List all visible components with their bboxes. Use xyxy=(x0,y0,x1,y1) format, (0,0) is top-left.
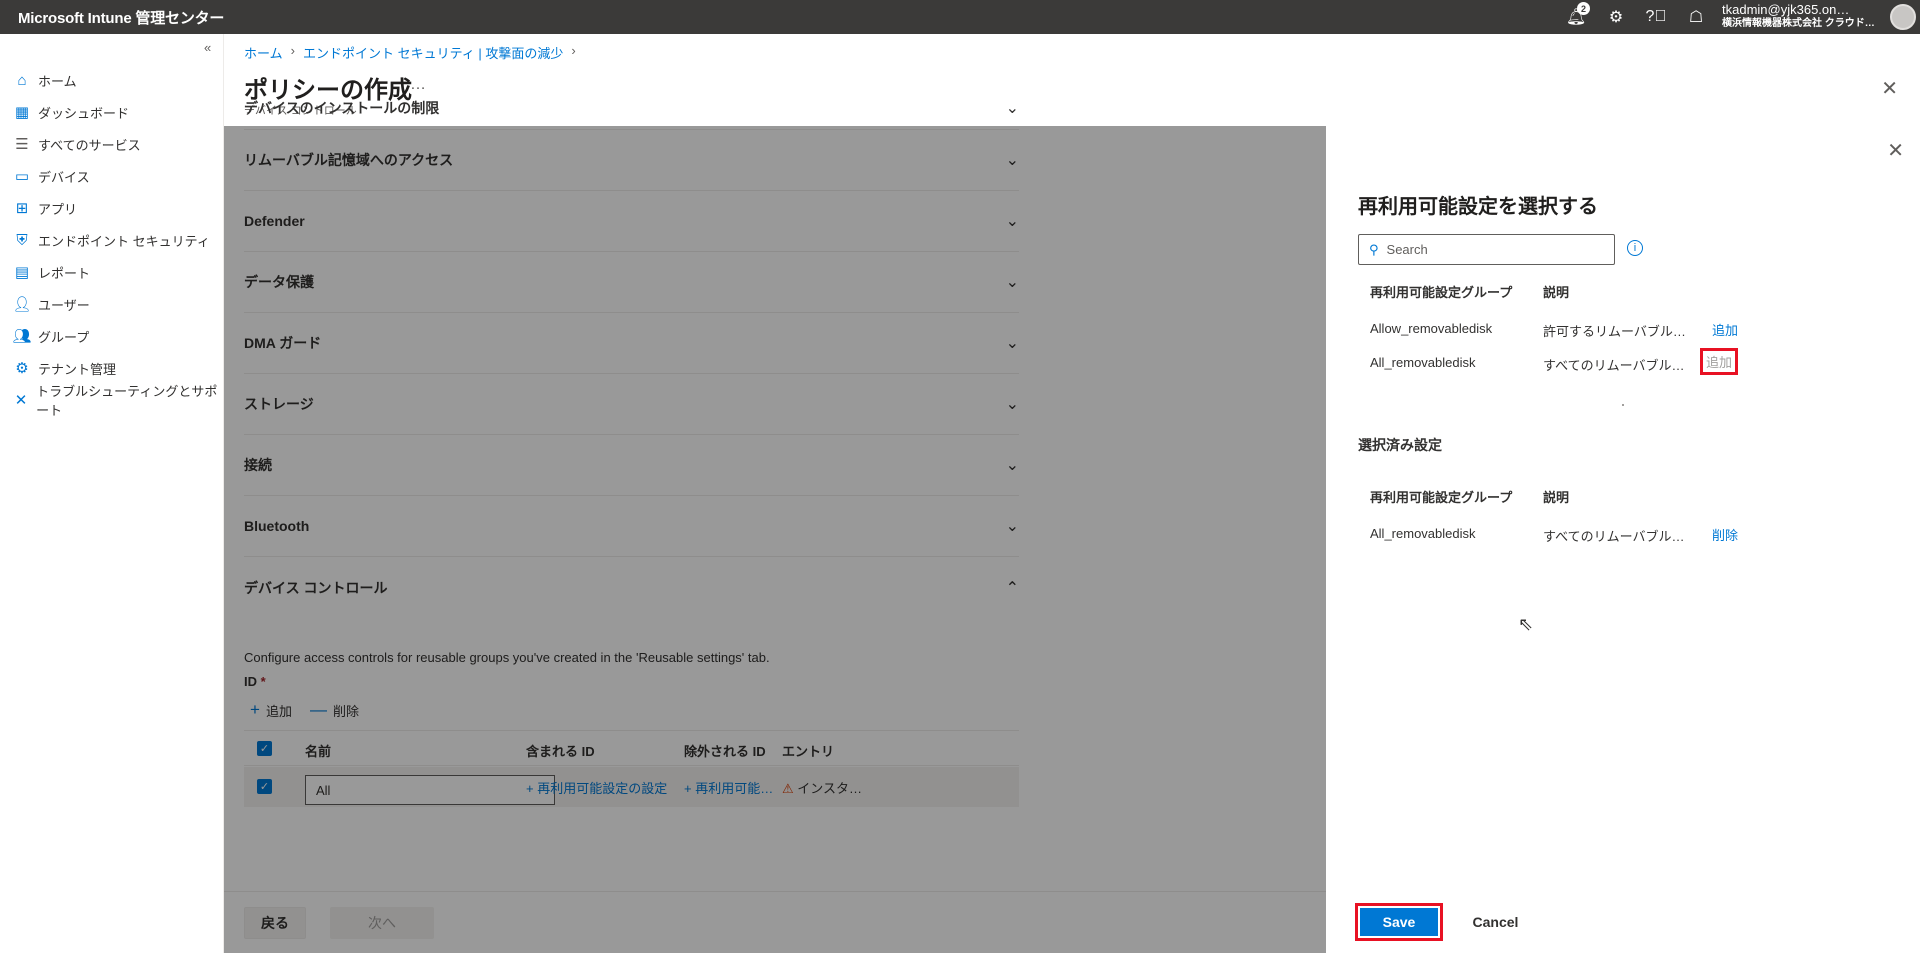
home-icon: ⌂ xyxy=(17,71,27,89)
avatar[interactable] xyxy=(1886,0,1920,34)
close-icon: ✕ xyxy=(1887,140,1904,162)
user-icon: 👤︎ xyxy=(12,296,32,313)
selected-group-desc: すべてのリムーバブル… xyxy=(1543,529,1685,544)
apps-icon: ⊞ xyxy=(15,200,29,217)
mouse-cursor-icon: ⇖ xyxy=(1518,614,1534,634)
header-group: 再利用可能設定グループ xyxy=(1370,490,1513,505)
breadcrumb-home[interactable]: ホーム xyxy=(244,43,283,62)
sidebar-item-label: すべてのサービス xyxy=(38,137,141,153)
dashboard-icon: ▦ xyxy=(14,104,30,121)
devices-icon: ▭ xyxy=(14,168,30,185)
avatar-icon xyxy=(1890,4,1916,30)
available-group-desc: 許可するリムーバブル… xyxy=(1543,324,1686,339)
nav-list: ⌂ ホーム ▦ ダッシュボード ☰ すべてのサービス ▭ デバイス ⊞ アプリ ⛨ エンドポ… xyxy=(0,64,224,419)
sidebar-item-label: ダッシュボード xyxy=(38,105,130,121)
sidebar-item-groups[interactable]: 👥︎ グループ xyxy=(0,320,224,352)
close-page-button[interactable]: ✕ xyxy=(1881,76,1898,101)
header-description: 説明 xyxy=(1543,490,1570,505)
list-icon: ☰ xyxy=(15,136,29,153)
notifications-button[interactable]: 🔔︎ 2 xyxy=(1556,0,1596,34)
sidebar-item-label: エンドポイント セキュリティ xyxy=(38,233,210,249)
help-button[interactable]: ?⃝ xyxy=(1636,0,1676,34)
selected-settings-title: 選択済み設定 xyxy=(1358,437,1442,453)
sidebar-item-troubleshooting[interactable]: ✕ トラブルシューティングとサポート xyxy=(0,384,224,418)
sidebar-item-label: グループ xyxy=(38,329,90,345)
search-input[interactable]: ⚲ Search xyxy=(1358,234,1615,265)
top-bar-icons: 🔔︎ 2 ⚙ ?⃝ ☖ tkadmin@yjk365.on… 横浜情報機器株式会… xyxy=(1556,0,1920,34)
save-button-highlight: Save xyxy=(1355,903,1443,941)
app-title[interactable]: Microsoft Intune 管理センター xyxy=(0,7,224,28)
save-button[interactable]: Save xyxy=(1360,908,1438,936)
close-icon: ✕ xyxy=(1881,78,1898,100)
header-group: 再利用可能設定グループ xyxy=(1370,285,1513,300)
search-placeholder: Search xyxy=(1386,242,1428,257)
breadcrumb: ホーム › エンドポイント セキュリティ | 攻撃面の減少 › xyxy=(244,43,576,62)
sidebar-item-label: レポート xyxy=(38,265,91,281)
sidebar-item-all-services[interactable]: ☰ すべてのサービス xyxy=(0,128,224,160)
shield-icon: ⛨ xyxy=(16,231,28,249)
cancel-button[interactable]: Cancel xyxy=(1454,906,1537,938)
reusable-settings-panel: ✕ 再利用可能設定を選択する ⚲ Search i 再利用可能設定グループ 説明… xyxy=(1326,126,1920,953)
account-info[interactable]: tkadmin@yjk365.on… 横浜情報機器株式会社 クラウド… xyxy=(1716,3,1886,31)
sidebar-item-tenant-admin[interactable]: ⚙ テナント管理 xyxy=(0,352,224,384)
add-link-disabled[interactable]: 追加 xyxy=(1700,348,1739,375)
user-name: tkadmin@yjk365.on… xyxy=(1722,3,1850,17)
sidebar-item-label: テナント管理 xyxy=(38,361,117,377)
tenant-icon: ⚙ xyxy=(15,360,29,377)
close-panel-button[interactable]: ✕ xyxy=(1887,138,1904,163)
remove-link[interactable]: 削除 xyxy=(1712,525,1738,544)
available-group-name: All_removabledisk xyxy=(1370,355,1476,370)
sidebar-item-home[interactable]: ⌂ ホーム xyxy=(0,64,224,96)
add-link[interactable]: 追加 xyxy=(1712,320,1738,339)
section-title: デバイスのインストールの制限 xyxy=(244,99,440,116)
available-group-name: Allow_removabledisk xyxy=(1370,321,1493,336)
sidebar-item-label: デバイス xyxy=(38,169,90,185)
chevron-down-icon: ⌄ xyxy=(1005,99,1019,117)
sidebar-item-dashboard[interactable]: ▦ ダッシュボード xyxy=(0,96,224,128)
sidebar-item-endpoint-security[interactable]: ⛨ エンドポイント セキュリティ xyxy=(0,224,224,256)
settings-button[interactable]: ⚙ xyxy=(1596,0,1636,34)
top-bar: Microsoft Intune 管理センター 🔔︎ 2 ⚙ ?⃝ ☖ tkad… xyxy=(0,0,1920,34)
sidebar-item-label: ホーム xyxy=(38,73,77,89)
header-description: 説明 xyxy=(1543,285,1570,300)
sidebar-item-label: アプリ xyxy=(38,201,78,217)
breadcrumb-endpoint-security[interactable]: エンドポイント セキュリティ | 攻撃面の減少 xyxy=(303,43,563,62)
available-group-desc: すべてのリムーバブル… xyxy=(1543,358,1685,373)
breadcrumb-separator: › xyxy=(571,43,576,58)
wrench-icon: ✕ xyxy=(14,392,28,409)
groups-icon: 👥︎ xyxy=(12,328,32,345)
notification-badge: 2 xyxy=(1577,2,1590,15)
sidebar: « ⌂ ホーム ▦ ダッシュボード ☰ すべてのサービス ▭ デバイス ⊞ アプリ ⛨ エン… xyxy=(0,34,224,953)
panel-title: 再利用可能設定を選択する xyxy=(1358,196,1598,218)
feedback-icon: ☖ xyxy=(1688,9,1704,26)
user-org: 横浜情報機器株式会社 クラウド… xyxy=(1722,18,1875,29)
sidebar-item-reports[interactable]: ▤ レポート xyxy=(0,256,224,288)
divider-dot xyxy=(1622,404,1624,406)
help-icon: ?⃝ xyxy=(1645,8,1667,25)
sidebar-item-label: トラブルシューティングとサポート xyxy=(36,384,218,418)
breadcrumb-separator: › xyxy=(290,43,295,58)
selected-group-name: All_removabledisk xyxy=(1370,526,1476,541)
search-icon: ⚲ xyxy=(1369,241,1379,257)
info-icon[interactable]: i xyxy=(1627,240,1643,256)
sidebar-item-users[interactable]: 👤︎ ユーザー xyxy=(0,288,224,320)
reports-icon: ▤ xyxy=(14,264,30,281)
modal-overlay[interactable] xyxy=(224,126,1326,953)
feedback-button[interactable]: ☖ xyxy=(1676,0,1716,34)
sidebar-item-label: ユーザー xyxy=(38,297,90,313)
sidebar-item-devices[interactable]: ▭ デバイス xyxy=(0,160,224,192)
gear-icon: ⚙ xyxy=(1608,9,1624,26)
collapse-sidebar-button[interactable]: « xyxy=(204,40,211,55)
section-device-installation[interactable]: デバイスのインストールの制限 ⌄ xyxy=(244,86,1019,130)
sidebar-item-apps[interactable]: ⊞ アプリ xyxy=(0,192,224,224)
